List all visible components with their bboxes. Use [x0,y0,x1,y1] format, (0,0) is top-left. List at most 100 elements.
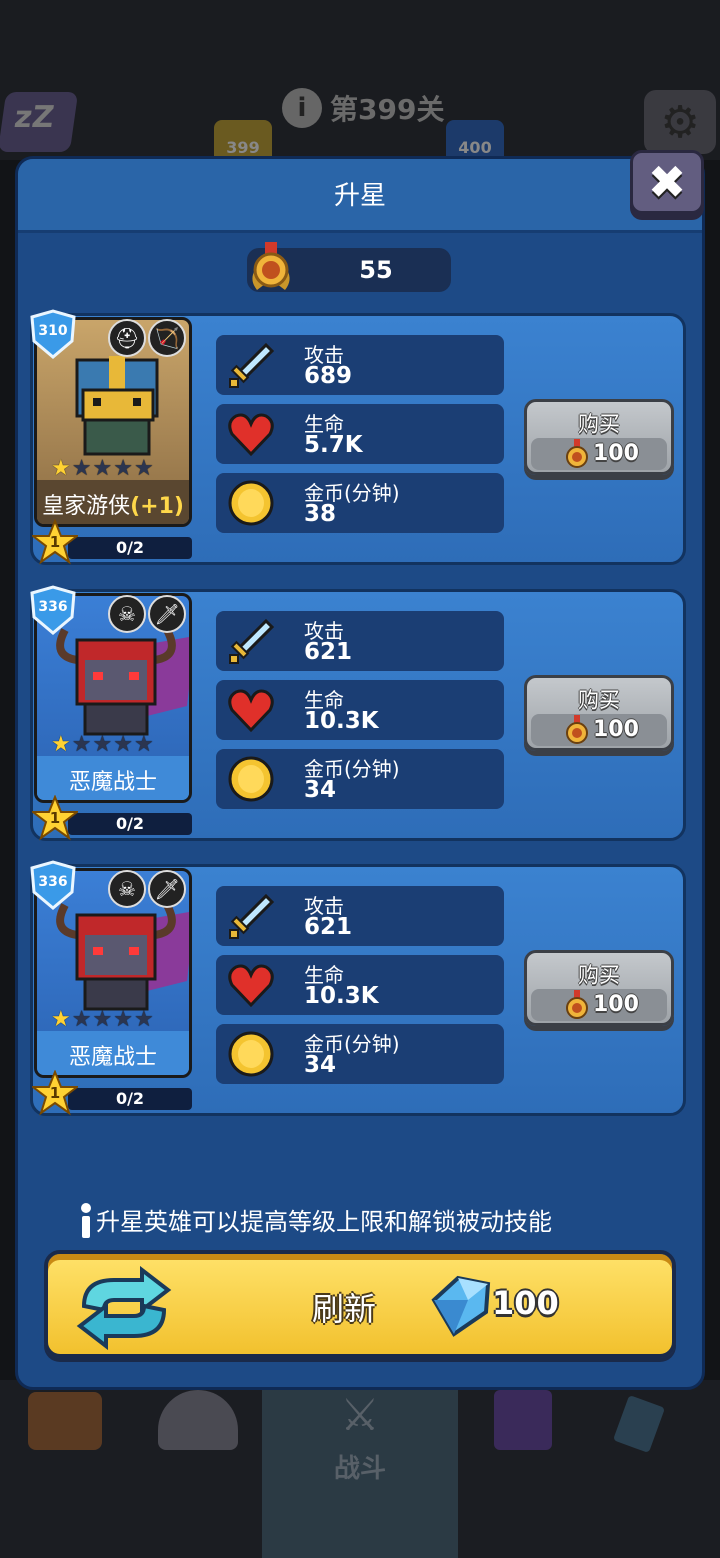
gold-value: 34 [304,1052,337,1078]
stat-gold: 金币(分钟) 34 [216,1024,504,1084]
sword-icon: 🗡 [148,595,186,633]
sword-icon [229,893,275,939]
star-empty-icon: ★ [71,732,92,757]
star-empty-icon: ★ [92,1007,113,1032]
upgrade-progress: 0/2 [68,537,192,559]
hero-name: 恶魔战士 [68,1045,157,1070]
attack-value: 621 [304,639,353,665]
star-filled-icon: ★ [51,456,71,481]
star-empty-icon: ★ [113,456,133,481]
stat-hp: 生命 10.3K [216,955,504,1015]
hp-value: 10.3K [304,983,379,1009]
buy-label: 购买 [578,688,620,712]
medal-icon [566,439,588,468]
hero-name: 皇家游侠 [42,494,131,519]
medal-amount: 55 [359,256,393,284]
sword-icon [229,342,275,388]
level-badge-next: 400 [446,120,504,160]
buy-price-box: 100 [531,989,667,1021]
medal-icon [566,990,588,1019]
info-text: 升星英雄可以提高等级上限和解锁被动技能 [96,1208,552,1236]
gold-value: 38 [304,501,337,527]
stat-attack: 攻击 621 [216,611,504,671]
battle-tab-label: 战斗 [333,1454,386,1484]
modal-title: 升星 [333,181,386,211]
background-top-bar [0,0,720,160]
gear-icon: ⚙ [660,96,700,148]
hero-bonus: (+1) [130,494,184,519]
modal-header: 升星 [18,159,702,233]
settings-button[interactable]: ⚙ [644,90,716,154]
level-indicator: i 第399关 [282,86,444,130]
progress-text: 0/2 [115,814,145,833]
stat-attack: 攻击 621 [216,886,504,946]
gold-coin-icon [228,1031,274,1077]
hp-value: 10.3K [304,708,379,734]
hero-name-bar: 恶魔战士 [37,1031,189,1075]
gold-coin-icon [228,756,274,802]
stat-attack: 攻击 689 [216,335,504,395]
star-rank-icon [32,1070,78,1116]
hp-value: 5.7K [304,432,363,458]
star-empty-icon: ★ [133,1007,154,1032]
stat-gold: 金币(分钟) 38 [216,473,504,533]
attack-value: 689 [304,363,353,389]
buy-label: 购买 [578,412,620,436]
star-empty-icon: ★ [71,456,92,481]
buy-price: 100 [593,992,639,1017]
refresh-button[interactable]: 刷新 100 [44,1250,676,1358]
buy-price-box: 100 [531,714,667,746]
crossed-swords-icon: ⚔ [340,1390,380,1441]
star-empty-icon: ★ [113,732,133,757]
buy-label: 购买 [578,963,620,987]
hero-name-bar: 恶魔战士 [37,756,189,800]
gem-icon [431,1275,491,1337]
level-shield-icon [30,309,76,359]
gold-coin-icon [228,480,274,526]
hero-name-bar: 皇家游侠(+1) [37,480,189,524]
hero-card: ★ ★ ★ ★ ★ 恶魔战士 336 ☠ 🗡 0/2 1 攻击 621 生命 10.3K 金币(分钟) 34 购买… [30,860,686,1116]
buy-button[interactable]: 购买 100 [524,399,674,475]
star-rank-icon [32,519,78,565]
skull-icon: ☠ [108,595,146,633]
medal-icon [252,242,290,290]
buy-price: 100 [593,441,639,466]
star-rank-icon [32,795,78,841]
upgrade-progress: 0/2 [68,1088,192,1110]
attack-value: 621 [304,914,353,940]
refresh-label: 刷新 [312,1290,377,1328]
info-icon[interactable]: i [282,88,322,128]
hero-name: 恶魔战士 [68,770,157,795]
chest-icon [28,1392,102,1450]
buy-price-box: 100 [531,438,667,470]
heart-icon [228,964,274,1008]
spellbook-icon [494,1390,552,1450]
sleep-button[interactable]: zZ [0,92,79,152]
refresh-price: 100 [492,1284,559,1322]
buy-button[interactable]: 购买 100 [524,675,674,751]
star-filled-icon: ★ [51,732,71,757]
stat-gold: 金币(分钟) 34 [216,749,504,809]
star-empty-icon: ★ [92,732,113,757]
heart-icon [228,689,274,733]
refresh-icon [76,1266,172,1350]
progress-text: 0/2 [115,1089,145,1108]
star-empty-icon: ★ [133,456,154,481]
hero-card: ★ ★ ★ ★ ★ 恶魔战士 336 ☠ 🗡 0/2 1 攻击 621 生命 10.3K 金币(分钟) 34 购买… [30,585,686,841]
gold-value: 34 [304,777,337,803]
star-rating: ★ ★ ★ ★ ★ [51,1009,154,1031]
star-empty-icon: ★ [71,1007,92,1032]
level-badge-current: 399 [214,120,272,160]
buy-button[interactable]: 购买 100 [524,950,674,1026]
buy-price: 100 [593,717,639,742]
star-empty-icon: ★ [113,1007,133,1032]
bow-icon: 🏹 [148,319,186,357]
star-empty-icon: ★ [92,456,113,481]
star-rating: ★ ★ ★ ★ ★ [51,734,154,756]
stat-hp: 生命 10.3K [216,680,504,740]
close-button[interactable]: ✖ [630,150,704,214]
skull-icon: ☠ [108,870,146,908]
sword-icon [229,618,275,664]
heart-icon [228,413,274,457]
hero-card: ★ ★ ★ ★ ★ 皇家游侠(+1) 310 ⛑ 🏹 0/2 1 攻击 689 生命 5.7K 金币(分钟) 3… [30,309,686,565]
